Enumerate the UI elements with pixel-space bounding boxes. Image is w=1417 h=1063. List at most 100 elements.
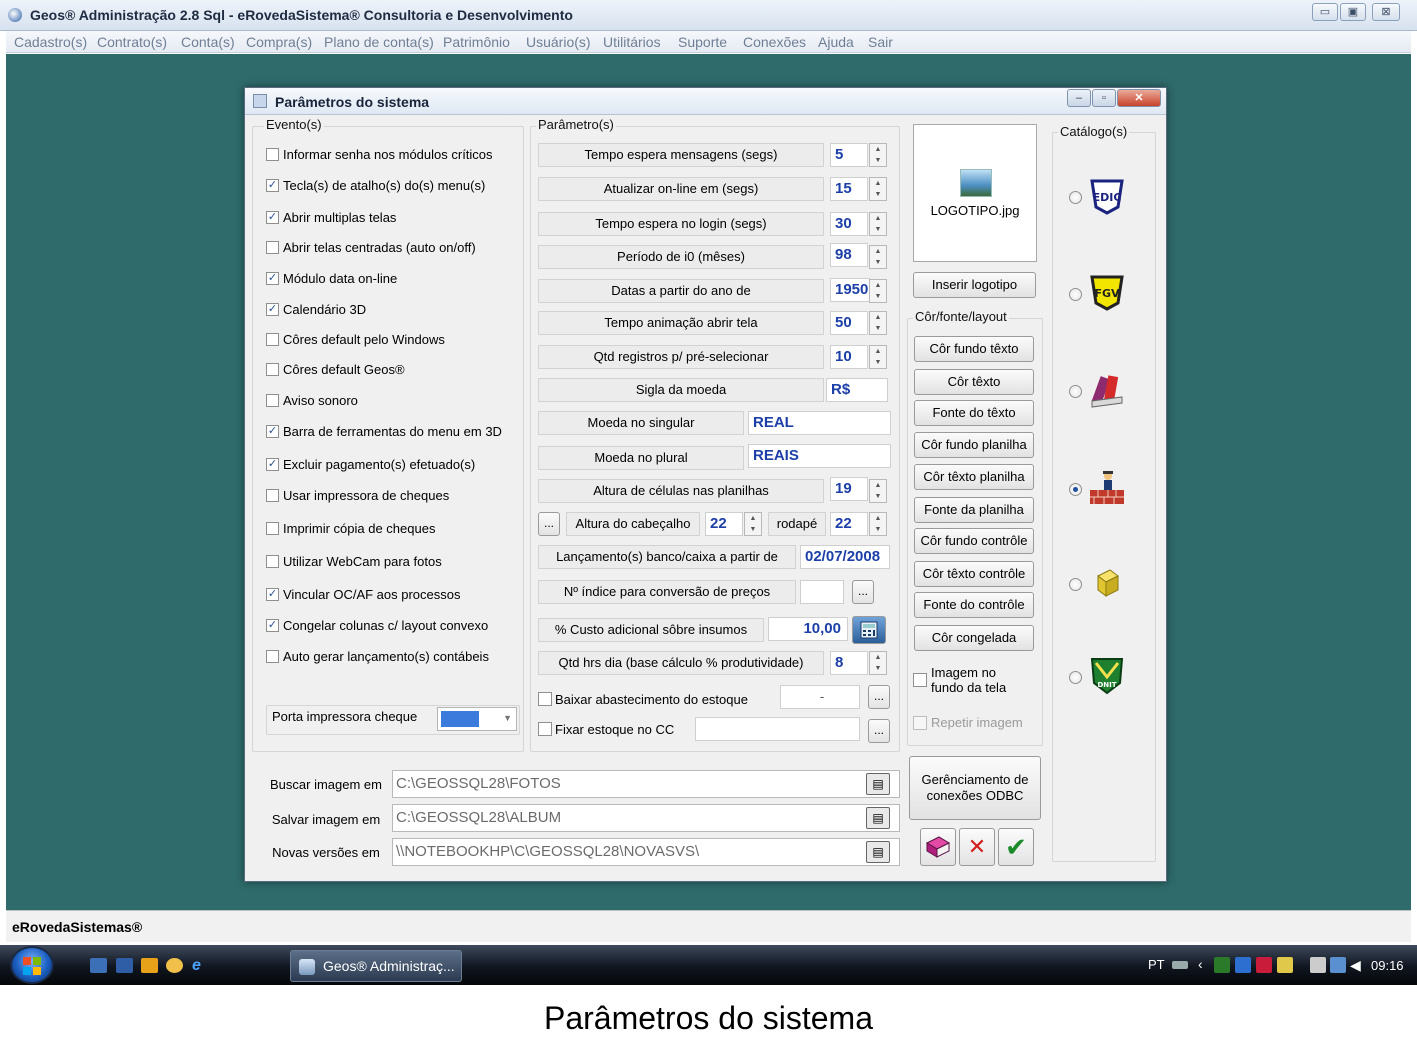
cor-button[interactable]: Côr fundo contrôle bbox=[914, 528, 1034, 554]
media-player-icon[interactable] bbox=[141, 958, 158, 973]
switch-windows-icon[interactable] bbox=[116, 958, 133, 973]
cor-button[interactable]: Côr congelada bbox=[914, 625, 1034, 651]
start-button[interactable] bbox=[10, 946, 54, 984]
checkmark-icon[interactable]: ✓ bbox=[266, 179, 279, 192]
maximize-button[interactable]: ▣ bbox=[1340, 3, 1366, 21]
checkbox[interactable] bbox=[266, 489, 279, 502]
tray-app-icon[interactable] bbox=[1214, 957, 1230, 973]
checkmark-icon[interactable]: ✓ bbox=[266, 588, 279, 601]
checkbox[interactable] bbox=[266, 363, 279, 376]
checkmark-icon[interactable]: ✓ bbox=[266, 458, 279, 471]
help-book-button[interactable] bbox=[920, 828, 956, 866]
dialog-minimize-button[interactable]: – bbox=[1067, 89, 1091, 107]
baixar-estoque-checkbox[interactable] bbox=[538, 692, 552, 706]
menu-conta[interactable]: Conta(s) bbox=[181, 34, 235, 50]
sigla-moeda-field[interactable]: R$ bbox=[826, 378, 888, 402]
cor-button[interactable]: Côr têxto contrôle bbox=[914, 561, 1034, 587]
checkbox[interactable] bbox=[266, 148, 279, 161]
dialog-close-button[interactable]: ✕ bbox=[1117, 89, 1161, 107]
logo-preview[interactable]: LOGOTIPO.jpg bbox=[913, 124, 1037, 262]
menu-usuario[interactable]: Usuário(s) bbox=[526, 34, 591, 50]
menu-contrato[interactable]: Contrato(s) bbox=[97, 34, 167, 50]
checkbox[interactable] bbox=[266, 522, 279, 535]
catalogo-radio-2[interactable] bbox=[1069, 288, 1082, 301]
evento-checkbox-row[interactable]: Côres default Geos® bbox=[266, 361, 446, 379]
datas-ano-spinner[interactable]: ▲ ▼ bbox=[869, 279, 887, 303]
baixar-estoque-field[interactable]: - bbox=[780, 685, 860, 709]
tempo-login-field[interactable]: 30 bbox=[830, 212, 868, 236]
fixar-estoque-more-button[interactable]: ... bbox=[868, 719, 890, 743]
checkmark-icon[interactable]: ✓ bbox=[266, 619, 279, 632]
cor-button[interactable]: Fonte do têxto bbox=[914, 400, 1034, 426]
menu-cadastro[interactable]: Cadastro(s) bbox=[14, 34, 87, 50]
evento-checkbox-row[interactable]: ✓ Vincular OC/AF aos processos bbox=[266, 586, 461, 604]
calculator-icon[interactable] bbox=[852, 616, 886, 644]
messenger-icon[interactable] bbox=[166, 958, 183, 973]
evento-checkbox-row[interactable]: Utilizar WebCam para fotos bbox=[266, 553, 446, 571]
evento-checkbox-row[interactable]: Informar senha nos módulos críticos bbox=[266, 146, 493, 164]
evento-checkbox-row[interactable]: ✓ Excluir pagamento(s) efetuado(s) bbox=[266, 456, 475, 474]
language-indicator[interactable]: PT bbox=[1148, 957, 1165, 972]
evento-checkbox-row[interactable]: ✓ Calendário 3D bbox=[266, 301, 446, 319]
altura-celulas-spinner[interactable]: ▲ ▼ bbox=[869, 479, 887, 503]
minimize-button[interactable]: ▭ bbox=[1312, 3, 1338, 21]
catalogo-radio-4[interactable] bbox=[1069, 483, 1082, 496]
keyboard-icon[interactable] bbox=[1172, 961, 1188, 969]
evento-checkbox-row[interactable]: Imprimir cópia de cheques bbox=[266, 520, 446, 538]
altura-cabecalho-spinner[interactable]: ▲ ▼ bbox=[744, 512, 762, 536]
evento-checkbox-row[interactable]: ✓ Congelar colunas c/ layout convexo bbox=[266, 617, 488, 635]
menu-conexoes[interactable]: Conexões bbox=[743, 34, 806, 50]
qtd-hrs-spinner[interactable]: ▲ ▼ bbox=[869, 651, 887, 675]
volume-icon[interactable]: ◀ bbox=[1350, 957, 1366, 973]
network-icon[interactable] bbox=[1330, 957, 1346, 973]
chevron-left-icon[interactable]: ‹ bbox=[1198, 956, 1203, 972]
evento-checkbox-row[interactable]: ✓ Tecla(s) de atalho(s) do(s) menu(s) bbox=[266, 177, 485, 195]
repetir-imagem-checkbox[interactable] bbox=[913, 716, 927, 730]
cor-button[interactable]: Fonte do contrôle bbox=[914, 592, 1034, 618]
cor-button[interactable]: Côr fundo planilha bbox=[914, 432, 1034, 458]
indice-precos-field[interactable] bbox=[800, 580, 844, 604]
checkbox[interactable] bbox=[266, 555, 279, 568]
evento-checkbox-row[interactable]: ✓ Módulo data on-line bbox=[266, 270, 446, 288]
tray-app-icon[interactable] bbox=[1277, 957, 1293, 973]
show-desktop-icon[interactable] bbox=[90, 958, 107, 973]
periodo-i0-field[interactable]: 98 bbox=[830, 243, 868, 267]
inserir-logotipo-button[interactable]: Inserir logotipo bbox=[913, 272, 1036, 298]
tempo-mensagens-spinner[interactable]: ▲ ▼ bbox=[869, 143, 887, 167]
indice-precos-more-button[interactable]: ... bbox=[852, 580, 874, 604]
salvar-imagem-field[interactable]: C:\GEOSSQL28\ALBUM bbox=[392, 804, 900, 832]
cor-button[interactable]: Côr fundo têxto bbox=[914, 336, 1034, 362]
taskbar-geos-button[interactable]: Geos® Administraç... bbox=[290, 950, 462, 982]
evento-checkbox-row[interactable]: Aviso sonoro bbox=[266, 392, 446, 410]
menu-sair[interactable]: Sair bbox=[868, 34, 893, 50]
tempo-animacao-spinner[interactable]: ▲ ▼ bbox=[869, 311, 887, 335]
checkbox[interactable] bbox=[266, 333, 279, 346]
qtd-registros-spinner[interactable]: ▲ ▼ bbox=[869, 345, 887, 369]
folder-browse-icon[interactable]: ▤ bbox=[866, 773, 890, 795]
catalogo-radio-5[interactable] bbox=[1069, 578, 1082, 591]
cabecalho-more-button[interactable]: ... bbox=[538, 512, 560, 536]
porta-select[interactable]: ▼ bbox=[437, 707, 517, 731]
menu-suporte[interactable]: Suporte bbox=[678, 34, 727, 50]
atualizar-online-spinner[interactable]: ▲ ▼ bbox=[869, 177, 887, 201]
fixar-estoque-checkbox[interactable] bbox=[538, 722, 552, 736]
checkmark-icon[interactable]: ✓ bbox=[266, 272, 279, 285]
baixar-estoque-more-button[interactable]: ... bbox=[868, 685, 890, 709]
qtd-hrs-field[interactable]: 8 bbox=[830, 651, 868, 675]
altura-celulas-field[interactable]: 19 bbox=[830, 477, 868, 501]
tray-app-icon[interactable] bbox=[1310, 957, 1326, 973]
buscar-imagem-field[interactable]: C:\GEOSSQL28\FOTOS bbox=[392, 770, 900, 798]
checkbox[interactable] bbox=[266, 394, 279, 407]
qtd-registros-field[interactable]: 10 bbox=[830, 345, 868, 369]
tray-app-icon[interactable] bbox=[1235, 957, 1251, 973]
imagem-fundo-checkbox[interactable] bbox=[913, 673, 927, 687]
tempo-login-spinner[interactable]: ▲ ▼ bbox=[869, 212, 887, 236]
cor-button[interactable]: Côr têxto bbox=[914, 369, 1034, 395]
tray-app-icon[interactable] bbox=[1256, 957, 1272, 973]
checkbox[interactable] bbox=[266, 241, 279, 254]
novas-versoes-field[interactable]: \\NOTEBOOKHP\C\GEOSSQL28\NOVASVS\ bbox=[392, 838, 900, 866]
lancamentos-field[interactable]: 02/07/2008 bbox=[800, 545, 890, 569]
periodo-i0-spinner[interactable]: ▲ ▼ bbox=[869, 245, 887, 269]
checkmark-icon[interactable]: ✓ bbox=[266, 303, 279, 316]
folder-browse-icon[interactable]: ▤ bbox=[866, 807, 890, 829]
